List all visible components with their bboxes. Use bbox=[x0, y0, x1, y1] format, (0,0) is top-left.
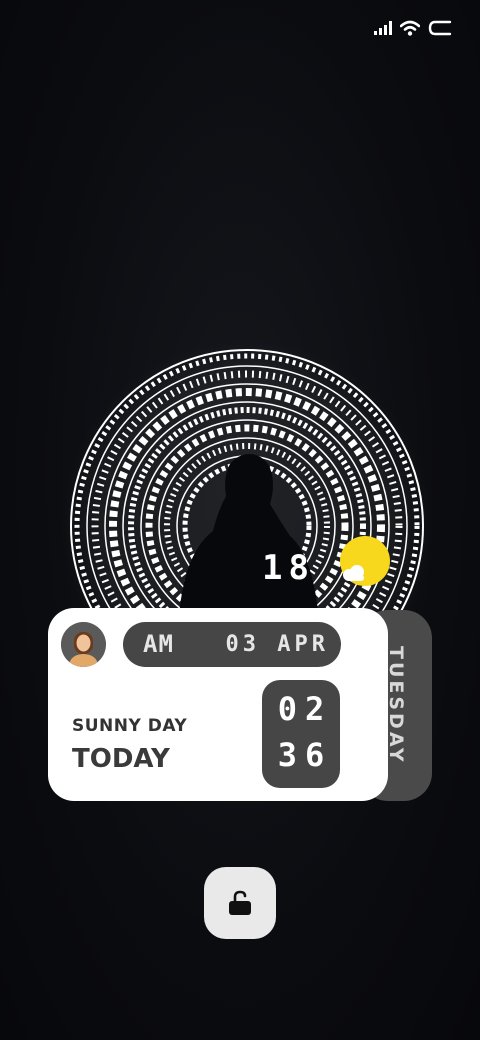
minutes-value: 36 bbox=[277, 736, 333, 774]
date-label: 03 APR bbox=[225, 632, 329, 657]
unlock-button[interactable] bbox=[204, 867, 276, 939]
status-bar bbox=[374, 14, 452, 42]
ampm-label: AM bbox=[143, 630, 174, 658]
hours-value: 02 bbox=[277, 690, 333, 728]
time-box: 02 36 bbox=[262, 680, 340, 788]
unlock-icon bbox=[229, 890, 251, 915]
weather-description: SUNNY DAY bbox=[72, 716, 188, 736]
avatar[interactable] bbox=[61, 622, 106, 667]
battery-icon bbox=[428, 20, 452, 36]
day-label: TODAY bbox=[72, 744, 170, 774]
wifi-icon bbox=[400, 20, 420, 36]
signal-icon bbox=[374, 21, 392, 35]
mandala-wallpaper bbox=[58, 336, 436, 636]
date-pill: AM 03 APR bbox=[123, 622, 341, 667]
temperature-value: 18 bbox=[262, 548, 315, 588]
weekday-label: TUESDAY bbox=[385, 646, 407, 765]
sun-cloud-icon bbox=[343, 565, 364, 581]
avatar-person-icon bbox=[61, 622, 106, 667]
